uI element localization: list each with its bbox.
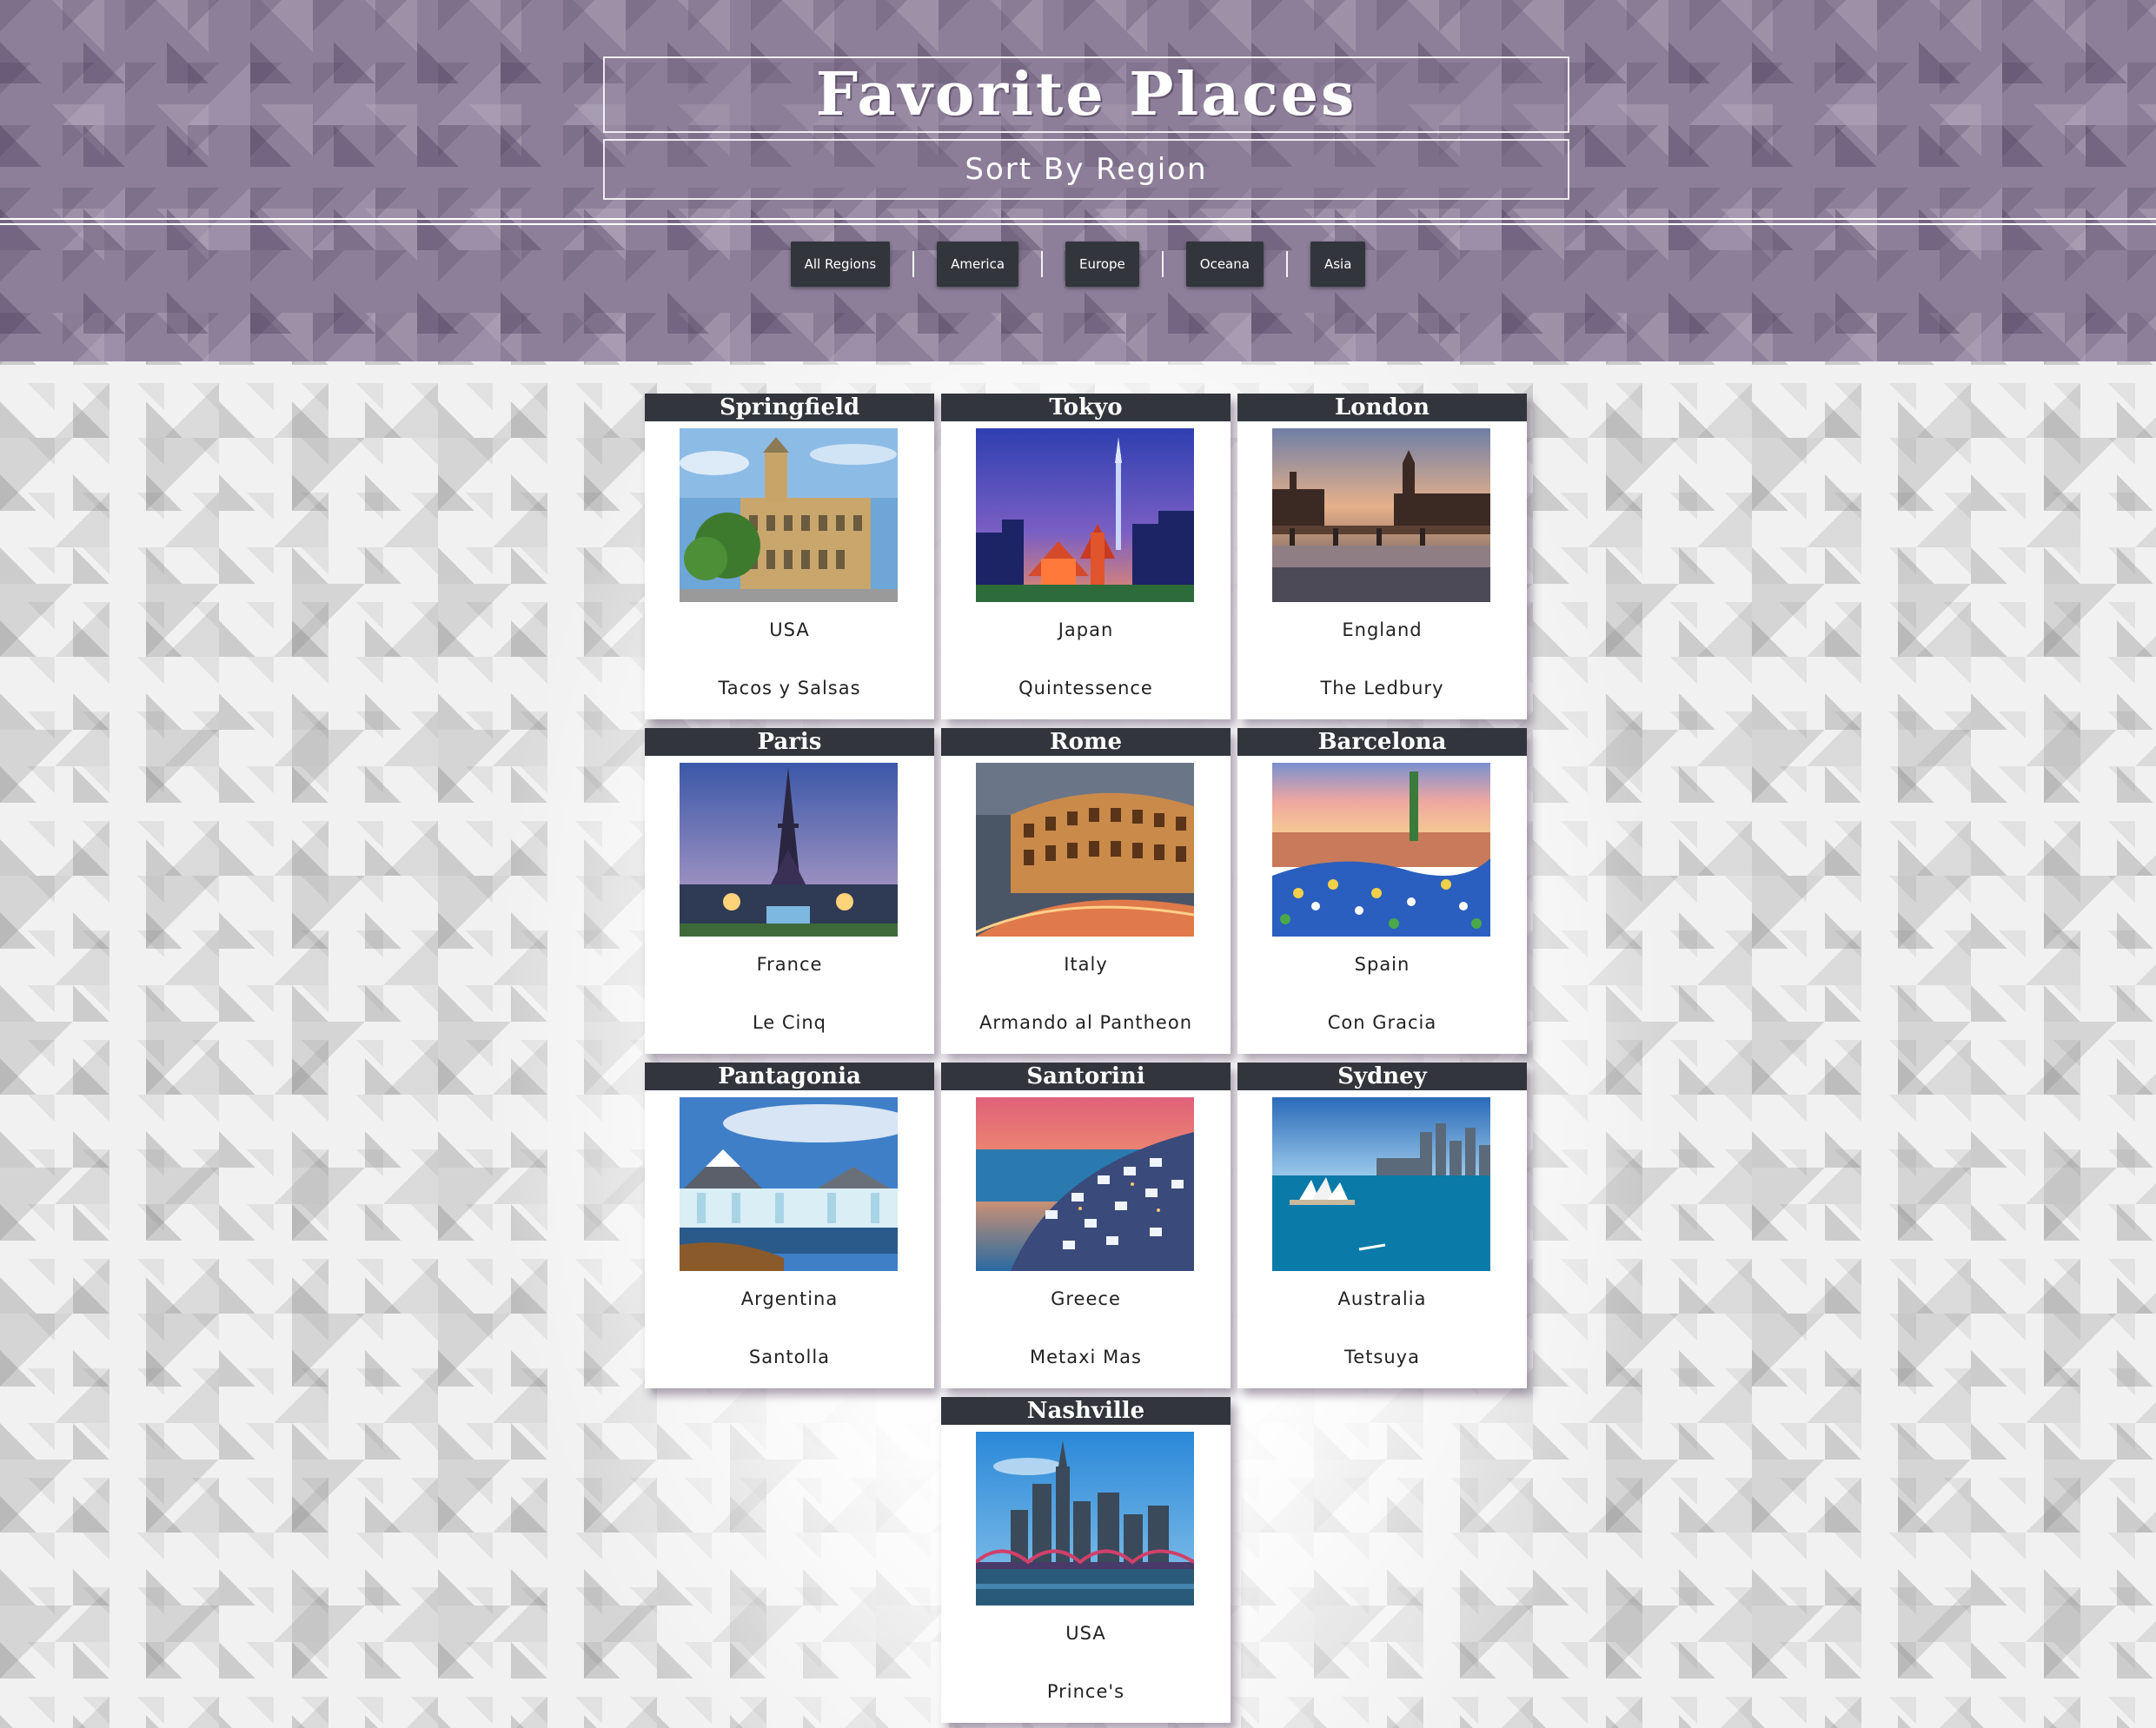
card-city-name: London [1237, 394, 1527, 421]
card-restaurant: The Ledbury [1320, 678, 1444, 698]
place-card-nashville[interactable]: Nashville USA Prince's [941, 1397, 1231, 1723]
river-city-photo [1272, 428, 1490, 602]
header-divider-top [0, 218, 2156, 220]
place-card-rome[interactable]: Rome Italy Armando al Pantheon [941, 728, 1231, 1054]
card-restaurant: Le Cinq [752, 1012, 827, 1033]
card-city-name: Pantagonia [645, 1063, 934, 1090]
eiffel-tower-photo [680, 763, 898, 937]
nav-separator [1161, 251, 1164, 277]
card-city-name: Nashville [941, 1397, 1231, 1425]
nav-separator [912, 251, 915, 277]
card-country: USA [1065, 1623, 1106, 1644]
header-divider-bottom [0, 223, 2156, 225]
card-country: Spain [1354, 954, 1410, 975]
place-card-london[interactable]: London England The Ledbury [1237, 394, 1527, 719]
card-city-name: Paris [645, 728, 934, 756]
card-restaurant: Armando al Pantheon [978, 1012, 1193, 1033]
place-card-pantagonia[interactable]: Pantagonia Argentina Santolla [645, 1063, 934, 1388]
filter-europe-button[interactable]: Europe [1065, 242, 1139, 287]
filter-asia-button[interactable]: Asia [1310, 242, 1366, 287]
colosseum-photo [976, 763, 1194, 937]
page-title: Favorite Places [815, 60, 1357, 129]
city-skyline-photo [976, 428, 1194, 602]
place-card-paris[interactable]: Paris France Le Cinq [645, 728, 934, 1054]
card-country: USA [769, 619, 810, 640]
place-card-springfield[interactable]: Springfield USA Tacos y Salsas [645, 394, 934, 719]
card-country: Greece [1051, 1288, 1121, 1309]
site-header: Favorite Places Sort By Region All Regio… [0, 0, 2156, 361]
card-restaurant: Quintessence [1018, 678, 1153, 698]
region-filter-nav: All Regions America Europe Oceana Asia [0, 240, 2156, 288]
card-restaurant: Tetsuya [1344, 1347, 1420, 1367]
card-restaurant: Santolla [748, 1347, 831, 1367]
card-restaurant: Prince's [1046, 1681, 1125, 1702]
card-city-name: Sydney [1237, 1063, 1527, 1090]
card-country: France [756, 954, 823, 975]
filter-all-regions-button[interactable]: All Regions [790, 242, 891, 287]
place-card-sydney[interactable]: Sydney Australia Tetsuya [1237, 1063, 1527, 1388]
card-city-name: Santorini [941, 1063, 1231, 1090]
place-card-tokyo[interactable]: Tokyo Japan Quintessence [941, 394, 1231, 719]
card-restaurant: Con Gracia [1327, 1012, 1437, 1033]
bridge-skyline-photo [976, 1432, 1194, 1606]
card-country: Japan [1058, 619, 1114, 640]
filter-oceana-button[interactable]: Oceana [1185, 242, 1264, 287]
building-photo [680, 428, 898, 602]
card-restaurant: Metaxi Mas [1029, 1347, 1142, 1367]
filter-america-button[interactable]: America [937, 242, 1019, 287]
mosaic-park-photo [1272, 763, 1490, 937]
card-country: England [1342, 619, 1423, 640]
places-grid: Springfield USA Tacos y Salsas Tokyo Jap… [645, 394, 1527, 1723]
cliff-village-photo [976, 1097, 1194, 1271]
card-country: Italy [1064, 954, 1108, 975]
card-country: Argentina [740, 1288, 839, 1309]
card-city-name: Springfield [645, 394, 934, 421]
nav-separator [1041, 251, 1044, 277]
card-city-name: Tokyo [941, 394, 1231, 421]
card-country: Australia [1337, 1288, 1427, 1309]
card-city-name: Rome [941, 728, 1231, 756]
page-subtitle: Sort By Region [965, 152, 1208, 187]
card-city-name: Barcelona [1237, 728, 1527, 756]
harbour-photo [1272, 1097, 1490, 1271]
place-card-barcelona[interactable]: Barcelona Spain Con Gracia [1237, 728, 1527, 1054]
card-restaurant: Tacos y Salsas [718, 678, 861, 698]
grid-spacer [645, 1397, 934, 1723]
nav-separator [1285, 251, 1288, 277]
glacier-photo [680, 1097, 898, 1271]
title-box: Favorite Places [603, 56, 1569, 133]
subtitle-box: Sort By Region [603, 139, 1569, 200]
place-card-santorini[interactable]: Santorini Greece Metaxi Mas [941, 1063, 1231, 1388]
